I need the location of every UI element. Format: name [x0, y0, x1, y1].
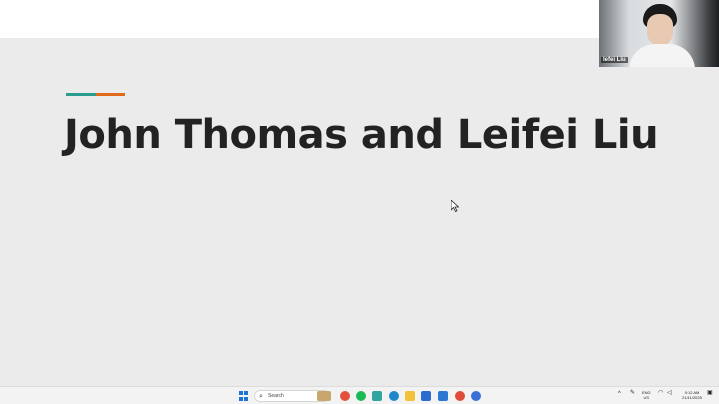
- participant-face: [647, 14, 673, 46]
- spotify-icon[interactable]: [356, 391, 366, 401]
- wifi-icon[interactable]: ◠: [658, 390, 663, 396]
- slide-title: John Thomas and Leifei Liu: [64, 112, 659, 158]
- edge-icon[interactable]: [389, 391, 399, 401]
- slide: John Thomas and Leifei Liu: [0, 38, 719, 386]
- windows-start-icon[interactable]: [239, 391, 249, 401]
- search-placeholder: Search: [268, 393, 284, 399]
- region-code: US: [643, 395, 650, 400]
- screen: John Thomas and Leifei Liu lefei Liu ⌕ S…: [0, 0, 719, 404]
- search-icon: ⌕: [259, 393, 263, 400]
- volume-icon[interactable]: ◁: [667, 390, 672, 396]
- chrome-icon[interactable]: [455, 391, 465, 401]
- file-manager-icon[interactable]: [317, 391, 331, 401]
- accent-bar-orange: [96, 93, 125, 96]
- browser-red-icon[interactable]: [340, 391, 350, 401]
- language-indicator[interactable]: ENG US: [642, 390, 651, 400]
- taskbar: ⌕ Search ^ ✎ ENG US ◠ ◁ 9:12 AM 21/11/20…: [0, 386, 719, 404]
- outlook-icon[interactable]: [438, 391, 448, 401]
- pen-icon[interactable]: ✎: [630, 390, 635, 396]
- app-blue-square-icon[interactable]: [421, 391, 431, 401]
- file-explorer-icon[interactable]: [405, 391, 415, 401]
- clock[interactable]: 9:12 AM 21/11/2025: [678, 390, 706, 400]
- notification-icon[interactable]: ▣: [707, 390, 713, 396]
- participant-name-label: lefei Liu: [601, 57, 628, 63]
- participant-video-tile[interactable]: lefei Liu: [599, 0, 719, 67]
- mouse-cursor-icon: [451, 200, 459, 212]
- app-teal-icon[interactable]: [372, 391, 382, 401]
- clock-date: 21/11/2025: [682, 395, 702, 400]
- chevron-up-icon[interactable]: ^: [618, 391, 621, 397]
- accent-bar-teal: [66, 93, 96, 96]
- app-circle-icon[interactable]: [471, 391, 481, 401]
